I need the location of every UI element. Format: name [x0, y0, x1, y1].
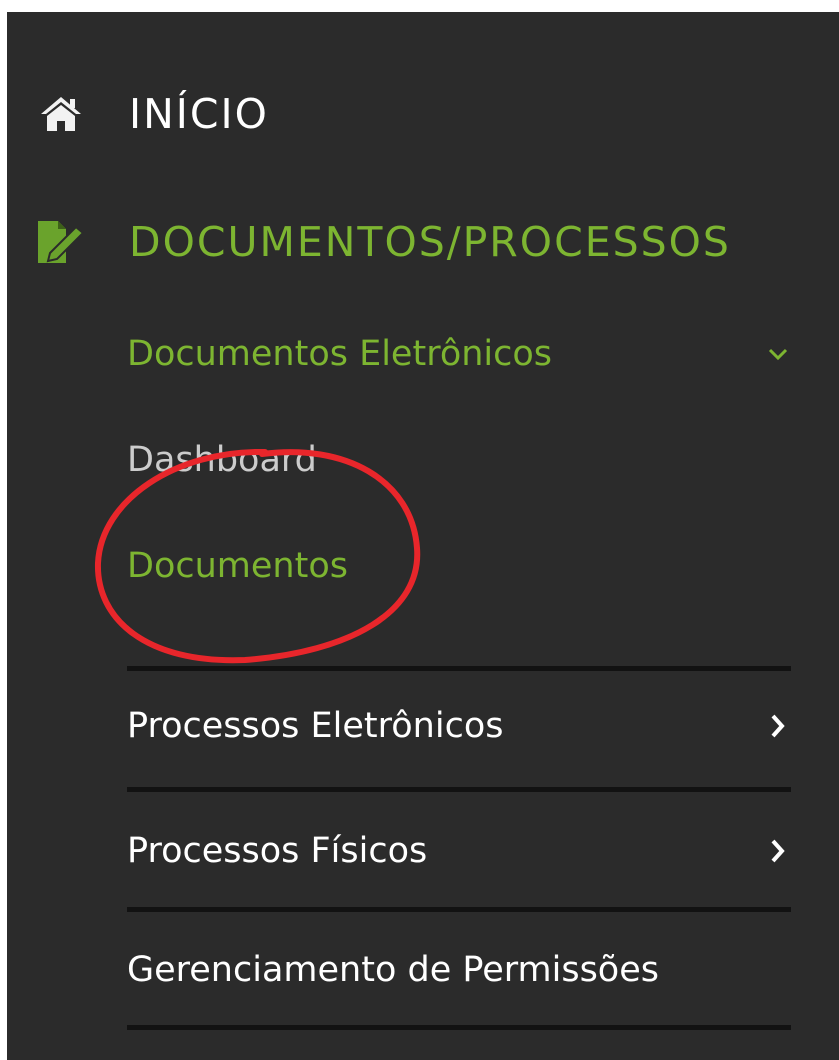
nav-item-documentos-processos[interactable]: DOCUMENTOS/PROCESSOS: [35, 212, 731, 272]
submenu-processos-eletronicos[interactable]: Processos Eletrônicos: [127, 698, 793, 754]
divider: [127, 1025, 791, 1030]
chevron-right-icon: [763, 836, 793, 866]
submenu-label: Documentos: [127, 546, 348, 586]
submenu-label: Processos Físicos: [127, 831, 428, 871]
divider: [127, 907, 791, 912]
edit-document-icon: [35, 219, 87, 265]
nav-item-label: DOCUMENTOS/PROCESSOS: [129, 218, 731, 266]
submenu-label: Processos Eletrônicos: [127, 706, 504, 746]
submenu-documentos[interactable]: Documentos: [127, 538, 793, 594]
home-icon: [35, 91, 87, 137]
submenu-label: Dashboard: [127, 440, 317, 480]
divider: [127, 666, 791, 671]
submenu-documentos-eletronicos[interactable]: Documentos Eletrônicos: [127, 326, 793, 382]
submenu-gerenciamento-de-permissoes[interactable]: Gerenciamento de Permissões: [127, 942, 793, 998]
submenu-dashboard[interactable]: Dashboard: [127, 432, 793, 488]
chevron-right-icon: [763, 711, 793, 741]
submenu-label: Gerenciamento de Permissões: [127, 950, 659, 990]
nav-item-label: INÍCIO: [129, 90, 269, 138]
nav-item-inicio[interactable]: INÍCIO: [35, 84, 269, 144]
chevron-down-icon: [763, 339, 793, 369]
divider: [127, 787, 791, 792]
submenu-label: Documentos Eletrônicos: [127, 334, 553, 374]
submenu-processos-fisicos[interactable]: Processos Físicos: [127, 823, 793, 879]
sidebar-menu: INÍCIO DOCUMENTOS/PROCESSOS Documentos E…: [7, 12, 839, 1060]
